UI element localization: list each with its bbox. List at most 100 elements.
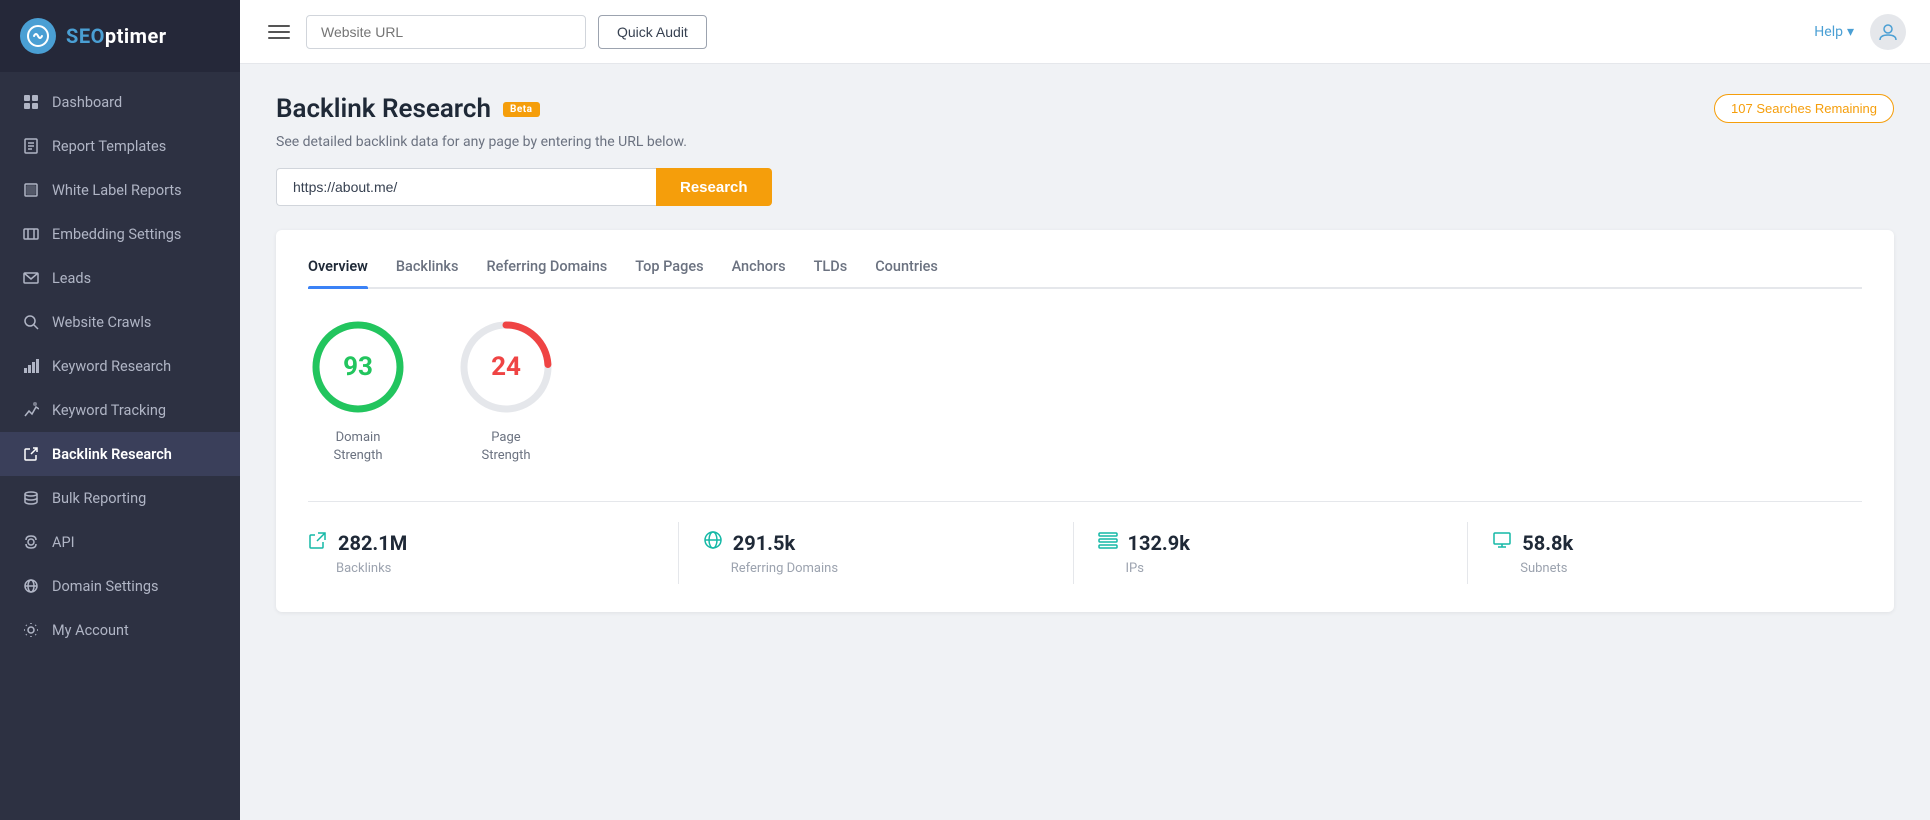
bulk-reporting-icon <box>22 489 40 507</box>
dashboard-icon <box>22 93 40 111</box>
logo-text: SEOptimer <box>66 24 167 48</box>
embedding-icon <box>22 225 40 243</box>
page-title-row: Backlink Research Beta <box>276 94 540 124</box>
subnets-value: 58.8k <box>1522 531 1573 555</box>
sidebar-item-leads[interactable]: Leads <box>0 256 240 300</box>
website-url-input[interactable] <box>306 15 586 49</box>
sidebar-item-backlink-research[interactable]: Backlink Research <box>0 432 240 476</box>
sidebar-item-website-crawls[interactable]: Website Crawls <box>0 300 240 344</box>
topbar-right: Help ▾ <box>1814 14 1906 50</box>
tab-tlds[interactable]: TLDs <box>814 258 848 287</box>
sidebar-item-keyword-research[interactable]: Keyword Research <box>0 344 240 388</box>
ips-value: 132.9k <box>1128 531 1190 555</box>
sidebar-item-report-templates[interactable]: Report Templates <box>0 124 240 168</box>
page-description: See detailed backlink data for any page … <box>276 134 1894 150</box>
sidebar-item-label: White Label Reports <box>52 182 182 199</box>
main-wrapper: Quick Audit Help ▾ Backlink Research Bet… <box>240 0 1930 820</box>
sidebar-item-embedding[interactable]: Embedding Settings <box>0 212 240 256</box>
url-research-input[interactable] <box>276 168 656 206</box>
page-title: Backlink Research <box>276 94 491 124</box>
sidebar-item-label: Leads <box>52 270 91 287</box>
page-strength-value: 24 <box>491 352 521 382</box>
sidebar-item-bulk-reporting[interactable]: Bulk Reporting <box>0 476 240 520</box>
stat-ips: 132.9k IPs <box>1074 522 1469 584</box>
api-icon <box>22 533 40 551</box>
stat-subnets: 58.8k Subnets <box>1468 522 1862 584</box>
sidebar-item-keyword-tracking[interactable]: Keyword Tracking <box>0 388 240 432</box>
domain-settings-icon <box>22 577 40 595</box>
sidebar-item-my-account[interactable]: My Account <box>0 608 240 652</box>
sidebar-item-white-label[interactable]: White Label Reports <box>0 168 240 212</box>
user-avatar[interactable] <box>1870 14 1906 50</box>
searches-remaining-button[interactable]: 107 Searches Remaining <box>1714 94 1894 123</box>
main-content: Backlink Research Beta 107 Searches Rema… <box>240 64 1930 820</box>
tab-overview[interactable]: Overview <box>308 258 368 287</box>
sidebar-item-label: API <box>52 534 75 551</box>
sidebar-navigation: Dashboard Report Templates White Label R… <box>0 72 240 820</box>
white-label-icon <box>22 181 40 199</box>
page-strength-item: 24 Page Strength <box>456 317 556 465</box>
strength-section: 93 Domain Strength <box>308 317 1862 465</box>
sidebar-item-domain-settings[interactable]: Domain Settings <box>0 564 240 608</box>
domain-strength-item: 93 Domain Strength <box>308 317 408 465</box>
domain-strength-label: Domain Strength <box>333 429 382 465</box>
sidebar-item-label: Report Templates <box>52 138 166 155</box>
ips-label: IPs <box>1098 561 1144 576</box>
stat-referring-domains: 291.5k Referring Domains <box>679 522 1074 584</box>
hamburger-button[interactable] <box>264 21 294 43</box>
tab-top-pages[interactable]: Top Pages <box>635 258 703 287</box>
referring-domains-icon <box>703 530 723 555</box>
stat-backlinks: 282.1M Backlinks <box>308 522 679 584</box>
stats-row: 282.1M Backlinks 291.5k Referring Domain… <box>308 501 1862 584</box>
website-crawls-icon <box>22 313 40 331</box>
sidebar-item-label: Keyword Tracking <box>52 402 166 419</box>
content-card: Overview Backlinks Referring Domains Top… <box>276 230 1894 612</box>
sidebar-item-dashboard[interactable]: Dashboard <box>0 80 240 124</box>
sidebar: SEOptimer Dashboard Report Templates Whi… <box>0 0 240 820</box>
stat-referring-top: 291.5k <box>703 530 795 555</box>
backlinks-label: Backlinks <box>308 561 391 576</box>
search-row: Research <box>276 168 1894 206</box>
domain-strength-value: 93 <box>343 352 373 382</box>
research-button[interactable]: Research <box>656 168 772 206</box>
sidebar-item-label: Backlink Research <box>52 446 172 463</box>
subnets-label: Subnets <box>1492 561 1567 576</box>
tabs: Overview Backlinks Referring Domains Top… <box>308 258 1862 289</box>
logo[interactable]: SEOptimer <box>0 0 240 72</box>
quick-audit-button[interactable]: Quick Audit <box>598 15 707 49</box>
backlinks-icon <box>308 530 328 555</box>
leads-icon <box>22 269 40 287</box>
domain-strength-circle: 93 <box>308 317 408 417</box>
report-templates-icon <box>22 137 40 155</box>
sidebar-item-label: Domain Settings <box>52 578 158 595</box>
beta-badge: Beta <box>503 102 540 117</box>
my-account-icon <box>22 621 40 639</box>
tab-referring-domains[interactable]: Referring Domains <box>486 258 607 287</box>
referring-domains-value: 291.5k <box>733 531 795 555</box>
topbar: Quick Audit Help ▾ <box>240 0 1930 64</box>
keyword-research-icon <box>22 357 40 375</box>
stat-backlinks-top: 282.1M <box>308 530 407 555</box>
logo-icon <box>20 18 56 54</box>
sidebar-item-api[interactable]: API <box>0 520 240 564</box>
sidebar-item-label: My Account <box>52 622 129 639</box>
referring-domains-label: Referring Domains <box>703 561 838 576</box>
help-link[interactable]: Help ▾ <box>1814 24 1854 40</box>
page-strength-circle: 24 <box>456 317 556 417</box>
keyword-tracking-icon <box>22 401 40 419</box>
subnets-icon <box>1492 530 1512 555</box>
sidebar-item-label: Website Crawls <box>52 314 151 331</box>
page-strength-label: Page Strength <box>481 429 530 465</box>
sidebar-item-label: Bulk Reporting <box>52 490 146 507</box>
tab-anchors[interactable]: Anchors <box>732 258 786 287</box>
ips-icon <box>1098 530 1118 555</box>
backlinks-value: 282.1M <box>338 531 407 555</box>
tab-backlinks[interactable]: Backlinks <box>396 258 459 287</box>
stat-subnets-top: 58.8k <box>1492 530 1573 555</box>
sidebar-item-label: Dashboard <box>52 94 122 111</box>
sidebar-item-label: Keyword Research <box>52 358 171 375</box>
stat-ips-top: 132.9k <box>1098 530 1190 555</box>
backlink-research-icon <box>22 445 40 463</box>
tab-countries[interactable]: Countries <box>875 258 938 287</box>
page-header: Backlink Research Beta 107 Searches Rema… <box>276 94 1894 124</box>
